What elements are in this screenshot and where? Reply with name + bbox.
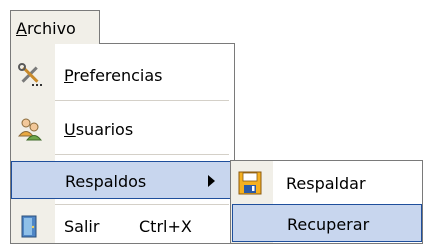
submenu-item-recuperar-label: Recuperar <box>287 215 370 234</box>
menu-item-preferencias-label: Preferencias <box>64 66 163 85</box>
submenu-item-recuperar[interactable]: Recuperar <box>232 204 422 242</box>
menu-item-salir-shortcut: Ctrl+X <box>139 217 192 236</box>
menu-item-salir-label: Salir <box>64 217 100 236</box>
menu-archivo[interactable]: Archivo <box>10 10 100 44</box>
menu-item-usuarios[interactable]: Usuarios <box>11 110 234 148</box>
usuarios-mnemonic: U <box>64 120 76 139</box>
tools-icon <box>17 62 43 88</box>
respaldos-submenu: Respaldar Recuperar <box>230 160 423 244</box>
menu-archivo-mnemonic: A <box>16 19 27 38</box>
menu-item-respaldos[interactable]: Respaldos <box>11 161 234 199</box>
archivo-dropdown: Preferencias Usuarios Respaldos Salir Ct… <box>10 43 235 244</box>
menu-item-usuarios-label: Usuarios <box>64 120 133 139</box>
app-stage: Archivo Preferencias Usuarios Respaldos … <box>0 0 423 244</box>
menu-item-salir[interactable]: Salir Ctrl+X <box>11 207 234 244</box>
exit-door-icon <box>17 213 43 239</box>
users-icon <box>17 116 43 142</box>
menu-item-respaldos-label: Respaldos <box>65 172 147 191</box>
menu-separator <box>55 154 229 155</box>
preferencias-label-rest: referencias <box>73 66 163 85</box>
menu-item-preferencias[interactable]: Preferencias <box>11 56 234 94</box>
submenu-item-respaldar-label: Respaldar <box>286 174 366 193</box>
preferencias-mnemonic: P <box>64 66 74 85</box>
menu-separator <box>55 100 229 101</box>
submenu-item-respaldar[interactable]: Respaldar <box>231 164 422 202</box>
usuarios-label-rest: suarios <box>75 120 134 139</box>
submenu-arrow-icon <box>208 175 215 187</box>
menu-archivo-label: rchivo <box>26 19 76 38</box>
menu-separator <box>55 204 229 205</box>
floppy-disk-icon <box>237 170 263 196</box>
